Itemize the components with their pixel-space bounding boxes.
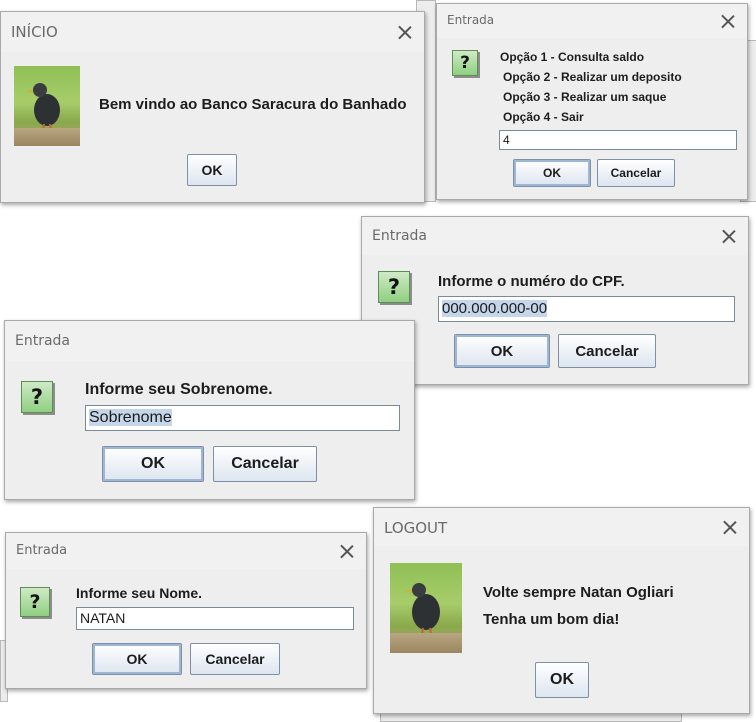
ok-button[interactable]: OK <box>92 643 182 675</box>
menu-dialog: Entrada ? Opção 1 - Consulta saldo Opção… <box>436 3 748 200</box>
cancel-button[interactable]: Cancelar <box>597 159 675 187</box>
menu-option-3: Opção 3 - Realizar um saque <box>503 90 667 104</box>
ok-button[interactable]: OK <box>102 446 204 482</box>
sobrenome-input[interactable]: Sobrenome <box>85 405 400 431</box>
cpf-prompt: Informe o numéro do CPF. <box>438 273 625 290</box>
dialog-title: INÍCIO <box>11 23 58 41</box>
inicio-dialog: INÍCIO Bem vindo ao Banco Saracura do Ba… <box>0 11 425 203</box>
question-icon: ? <box>20 587 50 617</box>
saracura-bird-icon <box>390 563 462 653</box>
close-icon[interactable] <box>721 14 735 28</box>
sobrenome-prompt: Informe seu Sobrenome. <box>85 381 273 398</box>
ok-button[interactable]: OK <box>535 662 589 698</box>
sobrenome-input-value: Sobrenome <box>89 409 172 426</box>
question-icon: ? <box>21 381 53 413</box>
welcome-message: Bem vindo ao Banco Saracura do Banhado <box>99 96 407 113</box>
nome-title-bar: Entrada <box>6 533 366 569</box>
sobrenome-title-bar: Entrada <box>5 321 414 361</box>
inicio-title-bar: INÍCIO <box>1 12 424 52</box>
close-icon[interactable] <box>723 520 737 534</box>
close-icon[interactable] <box>340 544 354 558</box>
menu-option-2: Opção 2 - Realizar um deposito <box>503 70 682 84</box>
nome-prompt: Informe seu Nome. <box>76 585 203 601</box>
menu-option-4: Opção 4 - Sair <box>503 110 584 124</box>
cpf-input-value: 000.000.000-00 <box>442 300 548 317</box>
dialog-title: Entrada <box>372 228 428 244</box>
nome-dialog: Entrada ? Informe seu Nome. NATAN OK Can… <box>5 532 367 689</box>
dialog-title: Entrada <box>15 333 71 349</box>
cancel-button[interactable]: Cancelar <box>213 446 317 482</box>
ok-button[interactable]: OK <box>513 159 591 187</box>
logout-message-line1: Volte sempre Natan Ogliari <box>483 584 674 601</box>
ok-button[interactable]: OK <box>187 154 237 186</box>
menu-title-bar: Entrada <box>437 4 747 38</box>
cancel-button[interactable]: Cancelar <box>190 643 280 675</box>
sobrenome-dialog: Entrada ? Informe seu Sobrenome. Sobreno… <box>4 320 415 500</box>
nome-input[interactable]: NATAN <box>76 607 354 630</box>
cpf-title-bar: Entrada <box>362 217 748 255</box>
cpf-dialog: Entrada ? Informe o numéro do CPF. 000.0… <box>361 216 749 385</box>
cpf-input[interactable]: 000.000.000-00 <box>438 296 735 322</box>
logout-message-line2: Tenha um bom dia! <box>483 611 620 628</box>
option-input[interactable]: 4 <box>499 130 737 150</box>
logout-title-bar: LOGOUT <box>374 508 749 546</box>
menu-option-1: Opção 1 - Consulta saldo <box>500 50 645 64</box>
close-icon[interactable] <box>722 229 736 243</box>
question-icon: ? <box>378 271 410 303</box>
close-icon[interactable] <box>398 25 412 39</box>
dialog-title: Entrada <box>447 13 495 27</box>
logout-dialog: LOGOUT Volte sempre Natan Ogliari Tenha … <box>373 507 750 714</box>
dialog-title: LOGOUT <box>384 519 448 537</box>
dialog-title: Entrada <box>16 543 68 558</box>
saracura-bird-icon <box>14 66 80 146</box>
question-icon: ? <box>452 50 478 76</box>
ok-button[interactable]: OK <box>454 334 550 368</box>
cancel-button[interactable]: Cancelar <box>558 334 656 368</box>
